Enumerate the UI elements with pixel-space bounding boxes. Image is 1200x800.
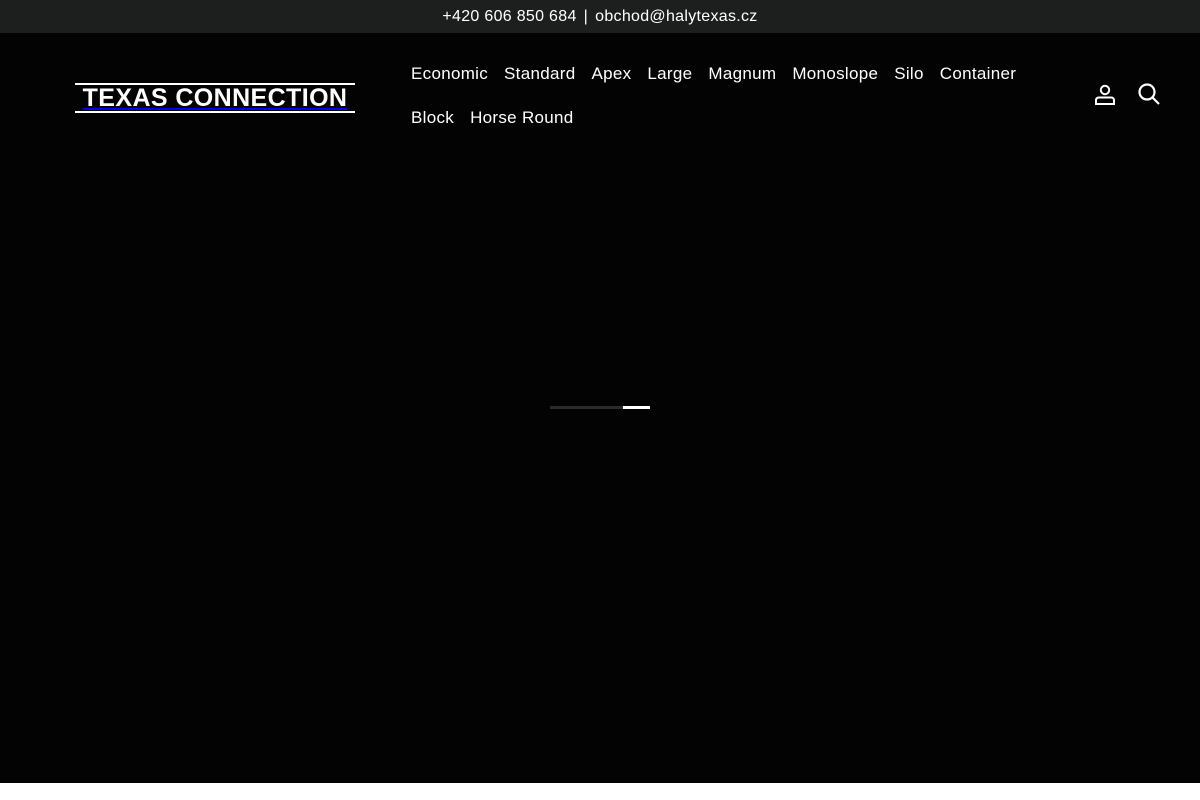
logo-text: TEXAS CONNECTION <box>82 83 348 112</box>
nav-item-magnum[interactable]: Magnum <box>700 52 784 96</box>
loading-bar-fill <box>623 406 650 409</box>
nav-item-standard[interactable]: Standard <box>496 52 583 96</box>
contact-separator: | <box>583 7 589 25</box>
search-icon[interactable] <box>1136 81 1162 107</box>
nav-item-large[interactable]: Large <box>639 52 700 96</box>
header-icons <box>1092 81 1162 107</box>
nav-item-silo[interactable]: Silo <box>886 52 932 96</box>
nav-item-apex[interactable]: Apex <box>583 52 639 96</box>
announcement-bar: +420 606 850 684 | obchod@halytexas.cz <box>0 0 1200 33</box>
user-icon[interactable] <box>1092 81 1118 107</box>
page: +420 606 850 684 | obchod@halytexas.cz T… <box>0 0 1200 800</box>
logo[interactable]: TEXAS CONNECTION <box>75 83 355 113</box>
site-header: TEXAS CONNECTION Economic Standard Apex … <box>0 33 1200 163</box>
nav-item-monoslope[interactable]: Monoslope <box>784 52 886 96</box>
nav-item-economic[interactable]: Economic <box>403 52 496 96</box>
nav-item-block[interactable]: Block <box>403 96 462 140</box>
phone-link[interactable]: +420 606 850 684 <box>442 8 576 26</box>
nav-item-container[interactable]: Container <box>932 52 1024 96</box>
nav-item-horse-round[interactable]: Horse Round <box>462 96 581 140</box>
email-link[interactable]: obchod@halytexas.cz <box>595 8 757 26</box>
loading-bar <box>550 406 650 409</box>
main-nav: Economic Standard Apex Large Magnum Mono… <box>403 52 1063 140</box>
